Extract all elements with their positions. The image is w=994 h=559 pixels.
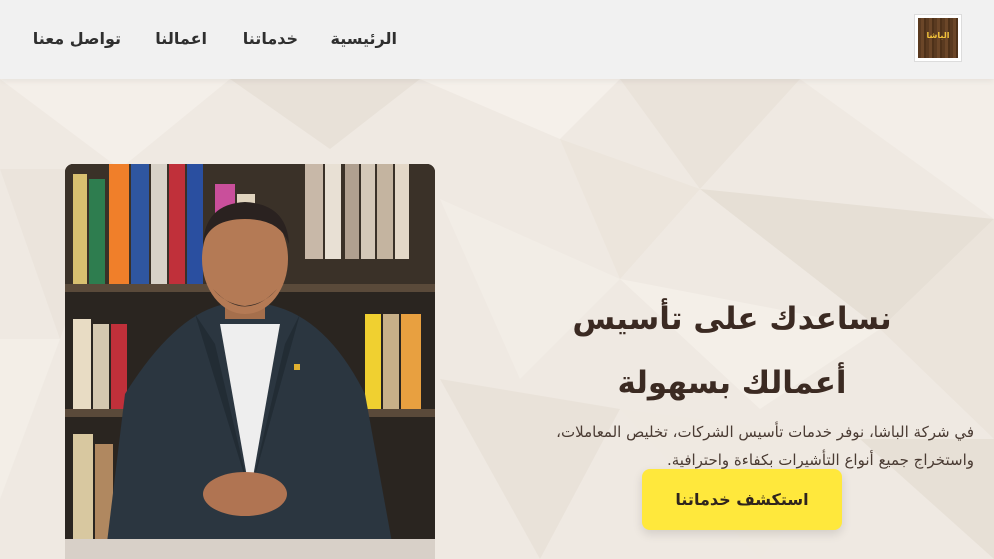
main-nav: الرئيسية خدماتنا اعمالنا تواصل معنا [0,0,994,79]
hero-title: نساعدك على تأسيس أعمالك بسهولة [572,300,892,401]
explore-services-button[interactable]: استكشف خدماتنا [642,469,842,530]
logo-text: الباشا [926,31,950,40]
site-logo[interactable]: الباشا [914,14,962,62]
nav-services[interactable]: خدماتنا [243,29,298,49]
nav-home[interactable]: الرئيسية [331,29,398,49]
site-header: الرئيسية خدماتنا اعمالنا تواصل معنا البا… [0,0,994,79]
nav-our-works[interactable]: اعمالنا [155,29,207,49]
hero-description: في شركة الباشا، نوفر خدمات تأسيس الشركات… [556,423,974,469]
founder-photo [65,164,435,559]
founder-portrait-icon [65,164,435,559]
logo-icon: الباشا [918,18,958,58]
nav-contact-us[interactable]: تواصل معنا [33,29,121,49]
